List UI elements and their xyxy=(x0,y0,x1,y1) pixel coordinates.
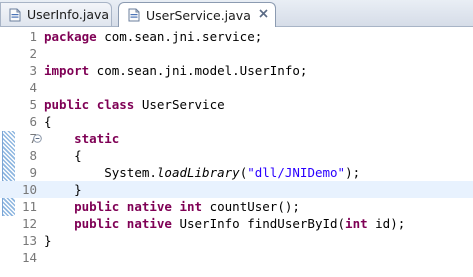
line-number: 9 xyxy=(29,165,37,180)
code-token: } xyxy=(74,182,82,197)
code-line[interactable]: 11 public native int countUser(); xyxy=(0,198,473,215)
code-token: com.sean.jni.model.UserInfo; xyxy=(89,63,308,78)
code-token: UserService xyxy=(134,97,225,112)
java-editor[interactable]: UserInfo.java UserService.java 1 package … xyxy=(0,0,473,277)
code-line[interactable]: 4 xyxy=(0,79,473,96)
code-line[interactable]: 3 import com.sean.jni.model.UserInfo; xyxy=(0,62,473,79)
line-number: 11 xyxy=(21,199,37,214)
code-token: loadLibrary xyxy=(156,165,240,180)
code-token: } xyxy=(44,233,52,248)
tab-userservice-java[interactable]: UserService.java xyxy=(118,2,276,27)
code-text: package com.sean.jni.service; xyxy=(44,28,262,45)
line-number: 2 xyxy=(29,46,37,61)
fold-collapse-icon[interactable] xyxy=(33,134,42,143)
keyword-token: native xyxy=(126,199,172,214)
code-line[interactable]: 14 xyxy=(0,249,473,266)
keyword-token: public xyxy=(44,97,90,112)
line-number: 12 xyxy=(21,216,37,231)
line-number: 3 xyxy=(29,63,37,78)
keyword-token: import xyxy=(44,63,90,78)
line-number: 1 xyxy=(29,29,37,44)
code-text: import com.sean.jni.model.UserInfo; xyxy=(44,62,307,79)
tab-label: UserService.java xyxy=(146,7,251,23)
string-token: "dll/JNIDemo" xyxy=(247,165,346,180)
code-line[interactable]: 8 { xyxy=(0,147,473,164)
java-file-icon xyxy=(9,8,21,21)
line-number: 10 xyxy=(21,182,37,197)
keyword-token: static xyxy=(74,131,120,146)
code-text: { xyxy=(44,113,52,130)
code-token: System. xyxy=(104,165,157,180)
code-line[interactable]: 6{ xyxy=(0,113,473,130)
code-token: com.sean.jni.service; xyxy=(96,29,263,44)
keyword-token: public xyxy=(74,199,120,214)
tab-userinfo-java[interactable]: UserInfo.java xyxy=(0,2,112,26)
line-number: 4 xyxy=(29,80,37,95)
java-file-icon xyxy=(128,8,140,22)
code-text: } xyxy=(44,232,52,249)
code-line[interactable]: 7 static xyxy=(0,130,473,147)
code-line[interactable]: 10 } xyxy=(0,181,473,198)
code-line[interactable]: 1 package com.sean.jni.service; xyxy=(0,28,473,45)
keyword-token: package xyxy=(44,29,97,44)
line-number: 8 xyxy=(29,148,37,163)
keyword-token: public xyxy=(74,216,120,231)
code-text: public class UserService xyxy=(44,96,225,113)
code-text: public native int countUser(); xyxy=(44,198,300,215)
code-line[interactable]: 12 public native UserInfo findUserById(i… xyxy=(0,215,473,232)
code-text: System.loadLibrary("dll/JNIDemo"); xyxy=(44,164,360,181)
editor-tab-bar: UserInfo.java UserService.java xyxy=(0,0,473,27)
code-token: { xyxy=(74,148,82,163)
keyword-token: class xyxy=(96,97,135,112)
line-number: 6 xyxy=(29,114,37,129)
code-token: ); xyxy=(345,165,361,180)
line-number: 5 xyxy=(29,97,37,112)
code-line[interactable]: 13} xyxy=(0,232,473,249)
code-text: public native UserInfo findUserById(int … xyxy=(44,215,405,232)
tab-label: UserInfo.java xyxy=(27,7,110,22)
code-text: } xyxy=(44,181,82,198)
close-icon[interactable] xyxy=(258,8,269,19)
code-text: { xyxy=(44,147,82,164)
code-line[interactable]: 2 xyxy=(0,45,473,62)
code-text: static xyxy=(44,130,119,147)
code-line[interactable]: 5 public class UserService xyxy=(0,96,473,113)
code-token: { xyxy=(44,114,52,129)
code-line[interactable]: 9 System.loadLibrary("dll/JNIDemo"); xyxy=(0,164,473,181)
code-token: id); xyxy=(367,216,406,231)
code-token: countUser(); xyxy=(202,199,300,214)
keyword-token: native xyxy=(126,216,172,231)
line-number: 13 xyxy=(21,233,37,248)
keyword-token: int xyxy=(345,216,368,231)
code-token: UserInfo findUserById( xyxy=(171,216,346,231)
line-number: 14 xyxy=(21,250,37,265)
keyword-token: int xyxy=(179,199,203,214)
